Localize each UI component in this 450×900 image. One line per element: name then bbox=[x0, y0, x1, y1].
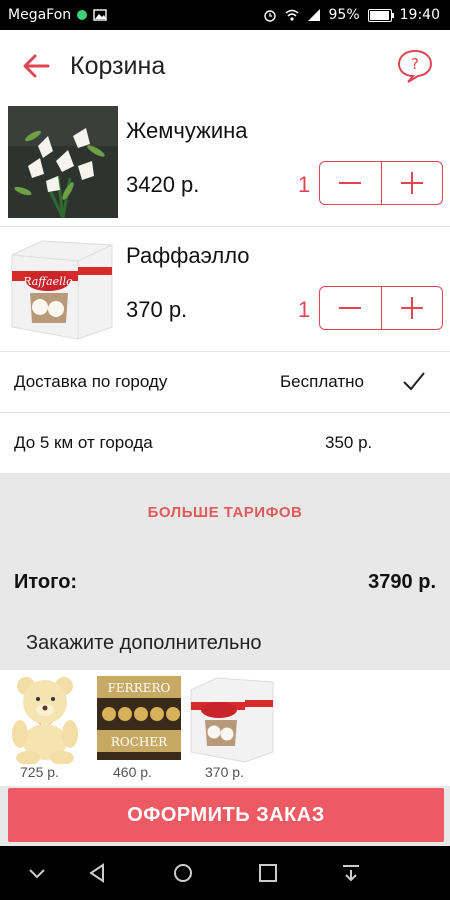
extra-item-ferrero[interactable]: FERRERO ROCHER bbox=[95, 672, 183, 764]
cart-item: Жемчужина 3420 р. 1 bbox=[0, 102, 450, 227]
notification-pull-icon[interactable] bbox=[340, 862, 362, 884]
chevron-down-icon[interactable] bbox=[26, 862, 48, 884]
svg-text:FERRERO: FERRERO bbox=[108, 681, 171, 695]
delivery-option[interactable]: До 5 км от города 350 р. bbox=[0, 413, 450, 474]
svg-text:ROCHER: ROCHER bbox=[111, 735, 168, 749]
item-name: Раффаэлло bbox=[126, 243, 250, 268]
cart-item: Raffaello Раффаэлло 370 р. 1 bbox=[0, 227, 450, 352]
status-bar: MegaFon 95% 19:40 bbox=[0, 0, 450, 30]
page-title: Корзина bbox=[70, 52, 166, 80]
back-arrow-icon[interactable] bbox=[20, 50, 52, 82]
extras-heading: Закажите дополнительно bbox=[26, 632, 262, 654]
increase-button[interactable] bbox=[380, 162, 443, 204]
delivery-option-label: До 5 км от города bbox=[14, 433, 153, 452]
battery-percent: 95% bbox=[328, 7, 360, 23]
more-tariffs-link[interactable]: БОЛЬШЕ ТАРИФОВ bbox=[148, 504, 303, 521]
extra-item-price: 370 р. bbox=[205, 764, 244, 780]
alarm-icon bbox=[263, 10, 276, 22]
notification-dot-icon bbox=[77, 10, 88, 20]
help-icon[interactable]: ? bbox=[396, 48, 434, 84]
item-quantity: 1 bbox=[298, 297, 311, 322]
svg-text:Raffaello: Raffaello bbox=[22, 275, 73, 288]
extras-header: Закажите дополнительно bbox=[0, 616, 450, 670]
item-name: Жемчужина bbox=[126, 118, 248, 143]
extras-list: 725 р. FERRERO ROCHER 460 р. 370 р. bbox=[0, 670, 450, 786]
raffaello-box-image: Raffaello bbox=[8, 231, 118, 343]
delivery-option-price: 350 р. bbox=[325, 433, 373, 452]
extra-item-teddy-bear[interactable] bbox=[2, 672, 90, 764]
checkout-button[interactable]: ОФОРМИТЬ ЗАКАЗ bbox=[8, 788, 444, 842]
extra-item-raffaello[interactable] bbox=[187, 672, 275, 764]
battery-icon bbox=[367, 8, 394, 22]
nav-recents-icon[interactable] bbox=[257, 862, 279, 884]
quantity-stepper bbox=[319, 161, 443, 205]
item-price: 3420 р. bbox=[126, 172, 200, 197]
order-bar: ОФОРМИТЬ ЗАКАЗ bbox=[0, 786, 450, 846]
raffaello-box-image bbox=[187, 672, 275, 764]
clock: 19:40 bbox=[399, 7, 440, 23]
ferrero-box-image: FERRERO ROCHER bbox=[95, 672, 183, 764]
checkmark-icon bbox=[403, 372, 425, 391]
increase-button[interactable] bbox=[380, 287, 443, 329]
carrier-name: MegaFon bbox=[8, 7, 72, 23]
nav-home-icon[interactable] bbox=[172, 862, 194, 884]
delivery-option-label: Доставка по городу bbox=[14, 372, 168, 391]
wifi-icon bbox=[285, 9, 298, 21]
system-nav-bar bbox=[0, 846, 450, 900]
decrease-button[interactable] bbox=[320, 287, 381, 329]
gallery-icon bbox=[93, 9, 107, 21]
decrease-button[interactable] bbox=[320, 162, 381, 204]
delivery-option[interactable]: Доставка по городу Бесплатно bbox=[0, 352, 450, 413]
total-value: 3790 р. bbox=[368, 571, 436, 593]
item-quantity: 1 bbox=[298, 172, 311, 197]
more-tariffs-section: БОЛЬШЕ ТАРИФОВ bbox=[0, 474, 450, 554]
total-label: Итого: bbox=[14, 571, 78, 593]
nav-back-icon[interactable] bbox=[86, 862, 108, 884]
minus-icon bbox=[339, 307, 361, 309]
delivery-option-price: Бесплатно bbox=[280, 372, 364, 391]
teddy-bear-image bbox=[2, 672, 90, 764]
app-bar: Корзина ? bbox=[0, 30, 450, 102]
signal-icon bbox=[307, 9, 320, 21]
item-price: 370 р. bbox=[126, 297, 188, 322]
minus-icon bbox=[339, 182, 361, 184]
extra-item-price: 725 р. bbox=[20, 764, 59, 780]
svg-text:?: ? bbox=[411, 55, 419, 73]
total-row: Итого: 3790 р. bbox=[0, 554, 450, 616]
lily-bouquet-image bbox=[8, 106, 118, 218]
extra-item-price: 460 р. bbox=[113, 764, 152, 780]
quantity-stepper bbox=[319, 286, 443, 330]
